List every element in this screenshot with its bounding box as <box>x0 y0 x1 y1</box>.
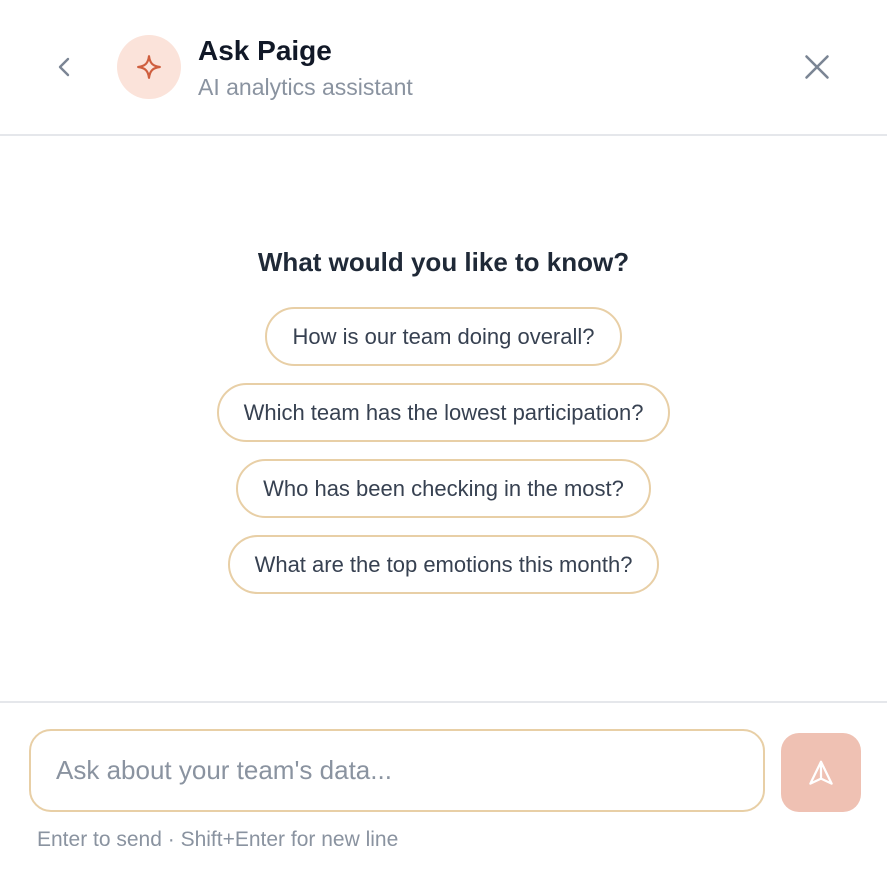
suggestion-chip[interactable]: Who has been checking in the most? <box>236 459 651 518</box>
page-subtitle: AI analytics assistant <box>198 74 413 100</box>
header: Ask Paige AI analytics assistant <box>0 0 887 136</box>
close-icon <box>805 55 829 79</box>
prompt-heading: What would you like to know? <box>257 247 630 277</box>
suggestion-chip[interactable]: What are the top emotions this month? <box>227 535 660 594</box>
page-title: Ask Paige <box>198 35 332 66</box>
composer: Enter to send · Shift+Enter for new line <box>0 701 887 873</box>
send-button[interactable] <box>781 733 861 812</box>
keyboard-hint: Enter to send · Shift+Enter for new line <box>37 828 399 851</box>
send-icon <box>809 760 833 785</box>
message-input[interactable] <box>31 731 763 810</box>
close-button[interactable] <box>796 46 838 88</box>
message-input-container <box>29 729 765 812</box>
suggestion-chip[interactable]: Which team has the lowest participation? <box>216 383 671 442</box>
avatar <box>117 35 181 99</box>
suggestion-list: How is our team doing overall? Which tea… <box>0 307 887 594</box>
suggestion-chip[interactable]: How is our team doing overall? <box>265 307 622 366</box>
back-button[interactable] <box>44 46 86 88</box>
sparkle-icon <box>137 55 161 79</box>
ask-paige-panel: Ask Paige AI analytics assistant What wo… <box>0 0 887 873</box>
chevron-left-icon <box>58 57 70 77</box>
main-area: What would you like to know? How is our … <box>0 138 887 701</box>
